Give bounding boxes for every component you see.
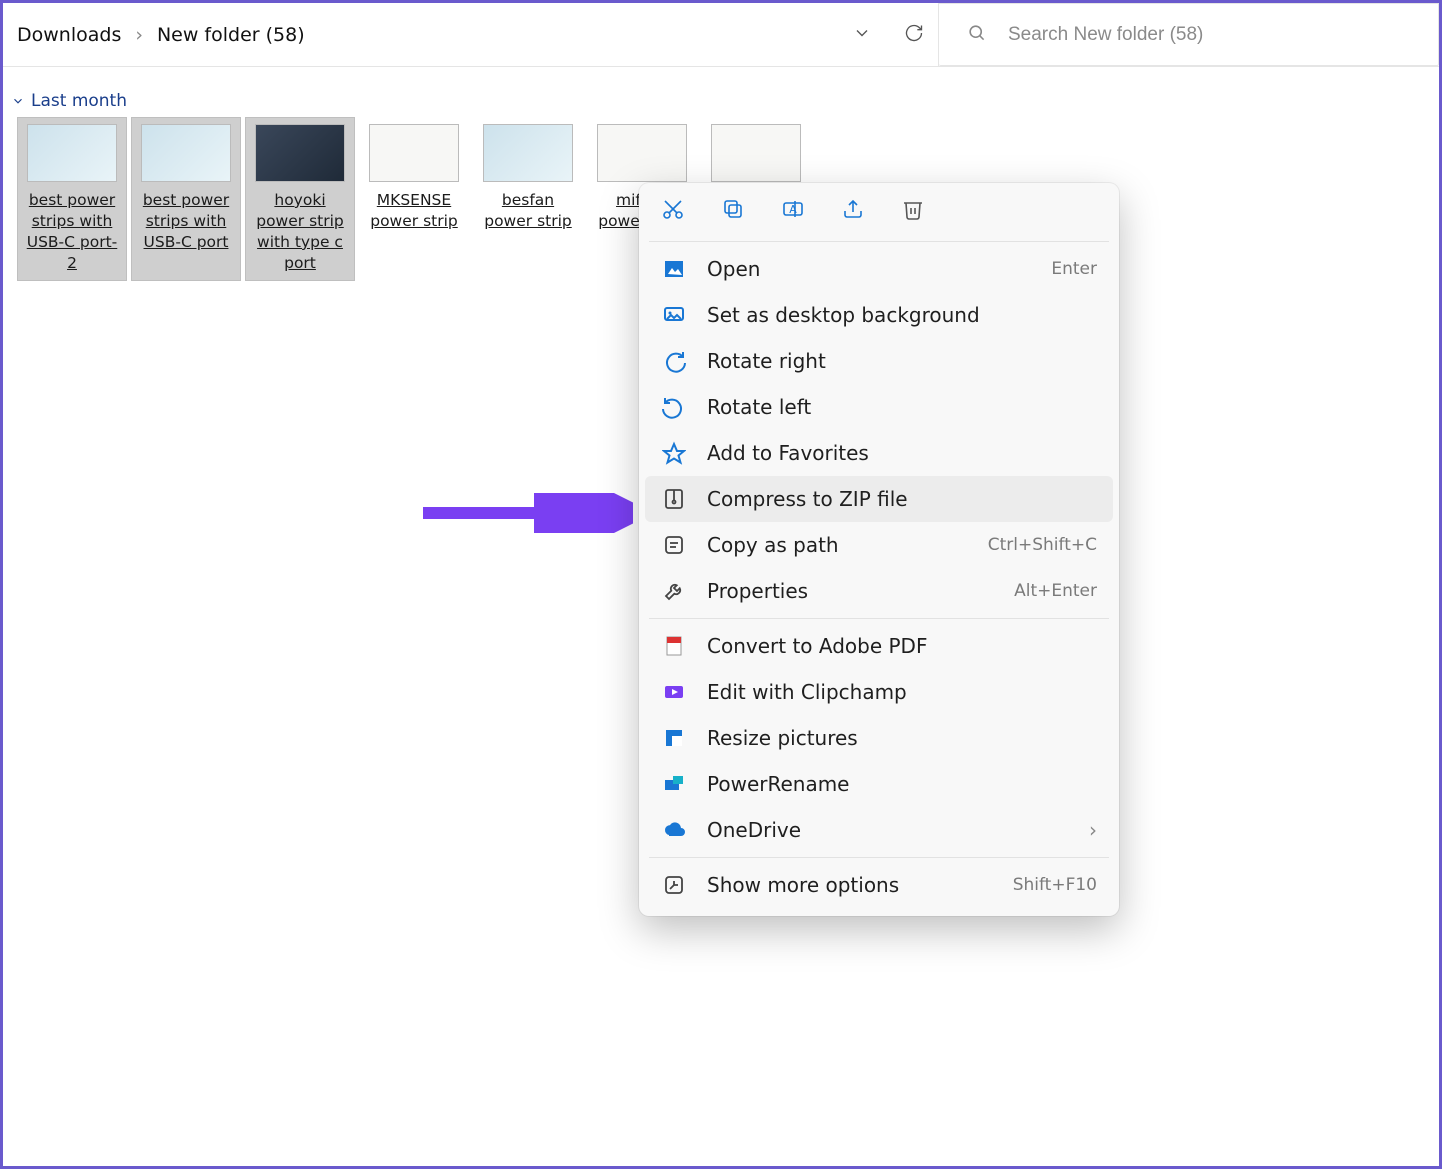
thumbnail-icon <box>369 124 459 182</box>
menu-divider <box>649 241 1109 242</box>
file-item[interactable]: besfan power strip <box>473 117 583 281</box>
breadcrumb-root[interactable]: Downloads <box>17 24 121 46</box>
wrench-icon <box>661 578 687 604</box>
annotation-arrow <box>423 493 633 533</box>
address-bar[interactable]: Downloads › New folder (58) <box>3 3 939 66</box>
menu-compress-to-zip[interactable]: Compress to ZIP file <box>645 476 1113 522</box>
menu-resize-pictures[interactable]: Resize pictures <box>639 715 1119 761</box>
menu-label: Rotate right <box>707 349 826 373</box>
menu-rotate-right[interactable]: Rotate right <box>639 338 1119 384</box>
breadcrumb-current[interactable]: New folder (58) <box>157 24 305 46</box>
menu-label: Add to Favorites <box>707 441 869 465</box>
menu-add-to-favorites[interactable]: Add to Favorites <box>639 430 1119 476</box>
desktop-background-icon <box>661 302 687 328</box>
menu-label: PowerRename <box>707 772 850 796</box>
resize-icon <box>661 725 687 751</box>
menu-copy-as-path[interactable]: Copy as path Ctrl+Shift+C <box>639 522 1119 568</box>
onedrive-icon <box>661 817 687 843</box>
file-item[interactable]: best power strips with USB-C port-2 <box>17 117 127 281</box>
refresh-icon[interactable] <box>904 23 924 47</box>
file-label: besfan power strip <box>478 190 578 232</box>
star-icon <box>661 440 687 466</box>
menu-label: Set as desktop background <box>707 303 980 327</box>
menu-label: Show more options <box>707 873 899 897</box>
copy-path-icon <box>661 532 687 558</box>
clipchamp-icon <box>661 679 687 705</box>
menu-show-more-options[interactable]: Show more options Shift+F10 <box>639 862 1119 908</box>
file-label: best power strips with USB-C port-2 <box>22 190 122 274</box>
rotate-left-icon <box>661 394 687 420</box>
thumbnail-icon <box>483 124 573 182</box>
group-label: Last month <box>31 91 127 111</box>
menu-label: Compress to ZIP file <box>707 487 908 511</box>
group-header-last-month[interactable]: Last month <box>11 91 1439 111</box>
menu-label: Open <box>707 257 760 281</box>
menu-shortcut: Ctrl+Shift+C <box>988 535 1097 555</box>
menu-power-rename[interactable]: PowerRename <box>639 761 1119 807</box>
share-icon[interactable] <box>841 197 865 225</box>
menu-divider <box>649 857 1109 858</box>
file-label: hoyoki power strip with type c port <box>250 190 350 274</box>
thumbnail-icon <box>141 124 231 182</box>
thumbnail-icon <box>711 124 801 182</box>
menu-open[interactable]: Open Enter <box>639 246 1119 292</box>
file-item[interactable]: best power strips with USB-C port <box>131 117 241 281</box>
menu-set-desktop-background[interactable]: Set as desktop background <box>639 292 1119 338</box>
search-input[interactable] <box>1008 24 1410 46</box>
delete-icon[interactable] <box>901 197 925 225</box>
file-item[interactable]: hoyoki power strip with type c port <box>245 117 355 281</box>
menu-divider <box>649 618 1109 619</box>
search-icon <box>967 23 986 46</box>
menu-shortcut: Enter <box>1051 259 1097 279</box>
menu-label: Convert to Adobe PDF <box>707 634 927 658</box>
menu-label: Rotate left <box>707 395 811 419</box>
thumbnail-icon <box>255 124 345 182</box>
context-menu: A Open Enter Set as desktop background R… <box>639 183 1119 916</box>
file-label: best power strips with USB-C port <box>136 190 236 253</box>
menu-properties[interactable]: Properties Alt+Enter <box>639 568 1119 614</box>
svg-text:A: A <box>789 203 797 216</box>
rename-icon[interactable]: A <box>781 197 805 225</box>
more-options-icon <box>661 872 687 898</box>
pdf-icon <box>661 633 687 659</box>
menu-label: Copy as path <box>707 533 839 557</box>
menu-onedrive[interactable]: OneDrive › <box>639 807 1119 853</box>
copy-icon[interactable] <box>721 197 745 225</box>
power-rename-icon <box>661 771 687 797</box>
thumbnail-icon <box>27 124 117 182</box>
thumbnail-icon <box>597 124 687 182</box>
menu-shortcut: Shift+F10 <box>1013 875 1097 895</box>
menu-label: Properties <box>707 579 808 603</box>
menu-shortcut: Alt+Enter <box>1014 581 1097 601</box>
cut-icon[interactable] <box>661 197 685 225</box>
chevron-down-icon[interactable] <box>852 23 872 47</box>
rotate-right-icon <box>661 348 687 374</box>
menu-label: Edit with Clipchamp <box>707 680 907 704</box>
zip-icon <box>661 486 687 512</box>
picture-icon <box>661 256 687 282</box>
search-box[interactable] <box>939 3 1439 66</box>
menu-edit-with-clipchamp[interactable]: Edit with Clipchamp <box>639 669 1119 715</box>
chevron-right-icon: › <box>1089 818 1097 842</box>
menu-label: OneDrive <box>707 818 801 842</box>
menu-convert-to-pdf[interactable]: Convert to Adobe PDF <box>639 623 1119 669</box>
menu-rotate-left[interactable]: Rotate left <box>639 384 1119 430</box>
breadcrumb-separator: › <box>135 24 143 46</box>
file-label: MKSENSE power strip <box>364 190 464 232</box>
menu-label: Resize pictures <box>707 726 858 750</box>
file-item[interactable]: MKSENSE power strip <box>359 117 469 281</box>
